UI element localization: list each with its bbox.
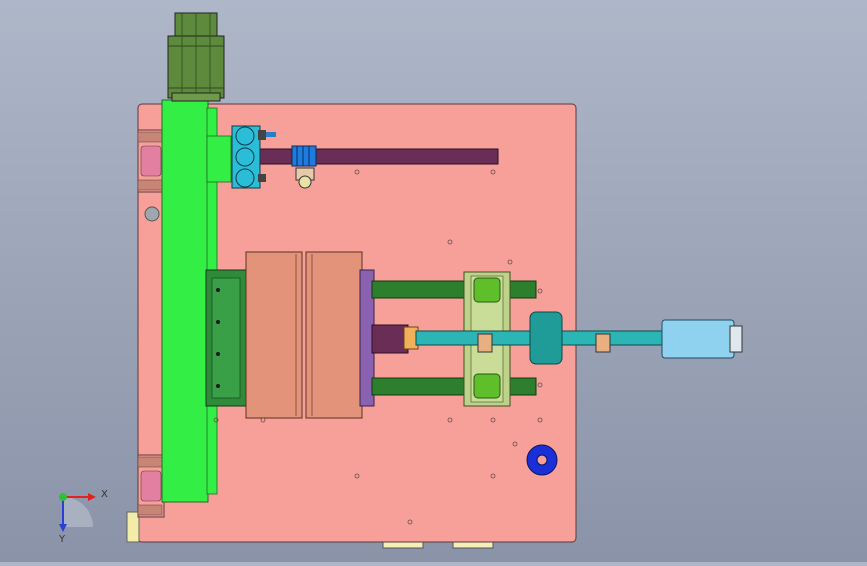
mold-block-left[interactable] — [245, 251, 303, 419]
clamp-top — [137, 129, 165, 193]
cad-viewport[interactable]: X Y — [0, 0, 867, 562]
bushing-lower — [473, 373, 501, 399]
guide-rod-lower — [371, 377, 537, 396]
locating-pin — [144, 206, 160, 222]
push-rod-end — [371, 324, 409, 354]
assembly-model[interactable]: X Y — [0, 0, 867, 562]
clamp-bottom — [137, 454, 165, 518]
bushing-upper — [473, 277, 501, 303]
yellow-block — [126, 511, 140, 543]
servo-motor[interactable] — [167, 12, 225, 102]
guide-rod-upper — [371, 280, 537, 299]
x-axis-label: X — [101, 489, 108, 500]
blue-nut — [291, 145, 317, 167]
cylinder-cap — [729, 325, 743, 353]
coordinate-triad: X Y — [58, 489, 108, 545]
shaft-collar[interactable] — [529, 311, 563, 365]
mold-block-right[interactable] — [305, 251, 363, 419]
air-cylinder[interactable] — [661, 319, 735, 359]
triad-shadow — [63, 497, 93, 527]
green-plate-boss — [206, 135, 232, 183]
y-axis-label: Y — [58, 534, 66, 545]
green-side-plate[interactable] — [161, 99, 209, 503]
dark-green-inner — [211, 277, 241, 399]
